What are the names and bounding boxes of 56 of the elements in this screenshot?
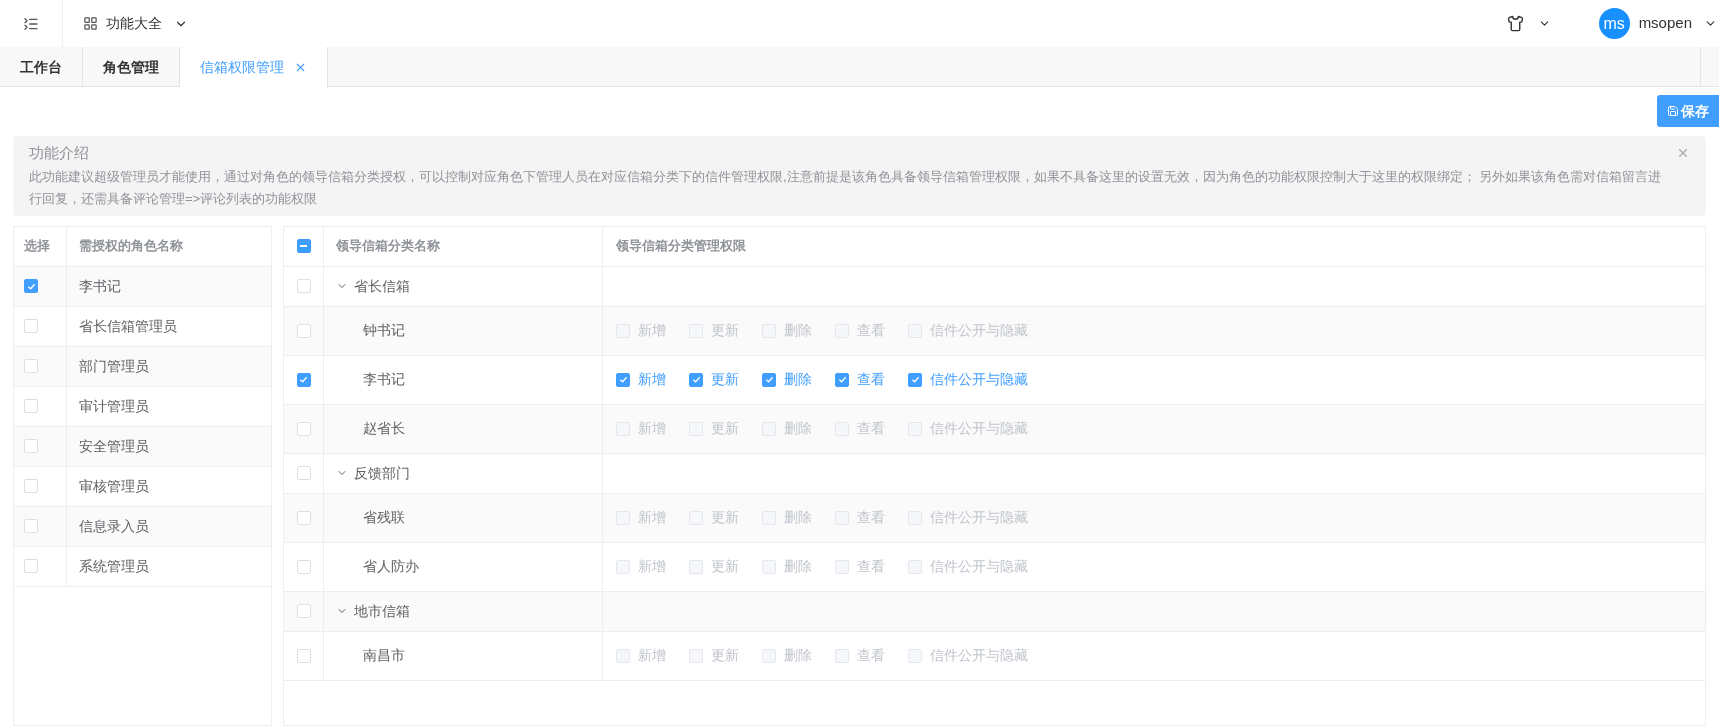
category-name: 地市信箱	[354, 601, 410, 621]
checkbox[interactable]	[689, 372, 703, 387]
menu-icon[interactable]	[23, 15, 39, 32]
checkbox[interactable]	[24, 279, 38, 293]
category-name: 李书记	[363, 370, 405, 389]
menu-title[interactable]: 功能大全	[106, 13, 162, 34]
permission-label[interactable]: 查看	[857, 369, 885, 390]
checkbox[interactable]	[835, 372, 849, 387]
category-name: 反馈部门	[354, 463, 410, 483]
role-name: 部门管理员	[79, 356, 149, 376]
permission-label[interactable]: 更新	[711, 369, 739, 390]
checkbox[interactable]	[908, 372, 922, 387]
save-button[interactable]: 保存	[1657, 95, 1719, 127]
category-name: 省残联	[363, 508, 405, 527]
category-name: 南昌市	[363, 646, 405, 665]
checkbox[interactable]	[762, 372, 776, 387]
avatar[interactable]: ms	[1598, 8, 1630, 39]
category-name: 省人防办	[363, 557, 419, 576]
role-name: 信息录入员	[79, 516, 149, 536]
category-name: 钟书记	[363, 321, 405, 340]
user-name[interactable]: msopen	[1638, 12, 1692, 35]
check-icon	[618, 375, 628, 384]
save-icon	[1667, 105, 1679, 117]
role-name: 审计管理员	[79, 396, 149, 416]
grid-icon	[83, 16, 98, 31]
check-icon	[837, 375, 847, 384]
notice-title: 功能介绍	[29, 143, 90, 163]
column-header: 需授权的角色名称	[79, 237, 183, 256]
permission-label[interactable]: 信件公开与隐藏	[930, 369, 1028, 390]
close-icon[interactable]	[294, 61, 307, 74]
role-name: 省长信箱管理员	[79, 316, 177, 336]
role-name: 安全管理员	[79, 436, 149, 456]
checkbox[interactable]	[296, 372, 311, 387]
category-name: 赵省长	[363, 419, 405, 438]
notice-text: 此功能建议超级管理员才能使用，通过对角色的领导信箱分类授权，可以控制对应角色下管理人员在对应信箱分类下的信件管理权限,注意前提是该角色具备领导信箱管理权限，如果不具备这里的设置无效，因为角色的功能权限控制大于这里的权限绑定； 另外如果该角色需对信箱留言进行回复，还需具备评论管理=>评论列表的功能权限	[29, 167, 1663, 208]
checkbox[interactable]	[296, 239, 311, 253]
column-header: 领导信箱分类名称	[336, 237, 440, 256]
permission-label[interactable]: 新增	[638, 369, 666, 390]
checkbox[interactable]	[616, 372, 630, 387]
check-icon	[764, 375, 774, 384]
role-name: 系统管理员	[79, 556, 149, 576]
check-icon	[299, 375, 308, 384]
category-name: 省长信箱	[354, 276, 410, 296]
tab[interactable]: 工作台	[0, 47, 83, 87]
minus-icon	[300, 245, 307, 247]
column-header: 选择	[24, 237, 50, 256]
check-icon	[691, 375, 701, 384]
role-name: 审核管理员	[79, 476, 149, 496]
column-header: 领导信箱分类管理权限	[616, 237, 746, 256]
role-name: 李书记	[79, 276, 121, 296]
check-icon	[26, 281, 36, 291]
check-icon	[910, 375, 920, 384]
permission-label[interactable]: 删除	[784, 369, 812, 390]
tab[interactable]: 信箱权限管理	[180, 47, 328, 88]
shirt-icon[interactable]	[1506, 15, 1524, 32]
close-icon[interactable]	[1676, 146, 1690, 160]
